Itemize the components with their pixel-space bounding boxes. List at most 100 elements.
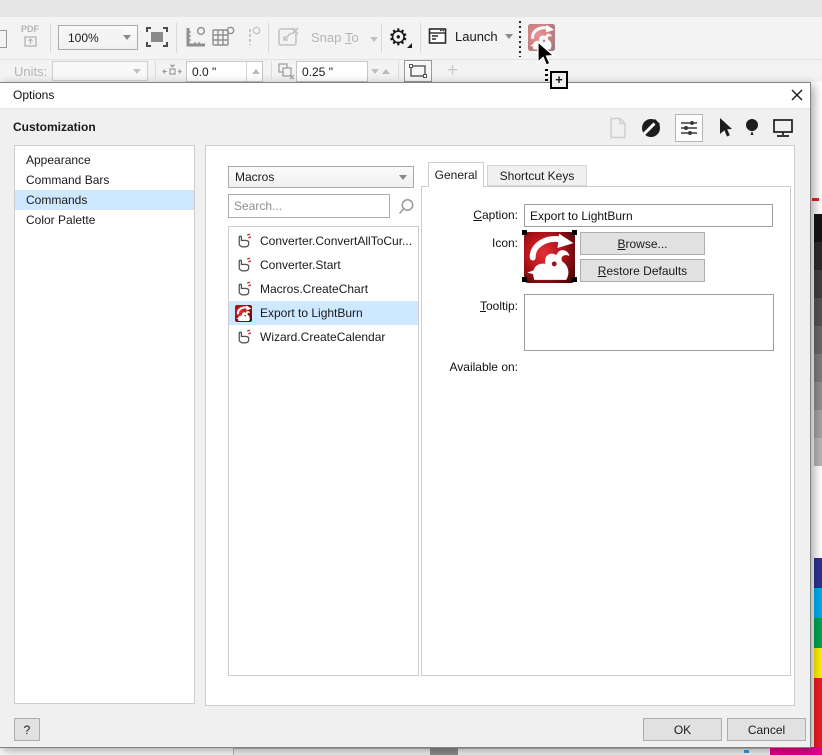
sidebar-item-color-palette[interactable]: Color Palette <box>15 210 194 230</box>
publish-pdf-button[interactable]: PDF <box>16 21 44 55</box>
standard-toolbar: PDF 100% <box>0 17 822 60</box>
docker-edge <box>233 748 809 755</box>
options-category-list: Appearance Command Bars Commands Color P… <box>14 145 195 704</box>
workspace-options-button-active[interactable] <box>675 114 703 142</box>
caption-input[interactable] <box>524 204 773 227</box>
nudge-spinner-up[interactable] <box>246 62 264 81</box>
palette-swatch[interactable] <box>814 678 822 748</box>
window-top-strip <box>0 0 822 17</box>
palette-swatch[interactable] <box>814 438 822 466</box>
cancel-button[interactable]: Cancel <box>727 718 806 741</box>
toolbar-separator <box>420 23 421 53</box>
palette-swatch[interactable] <box>814 242 822 270</box>
tab-general[interactable]: General <box>428 162 484 187</box>
palette-swatch[interactable] <box>814 648 822 678</box>
corner-flyout-icon <box>407 43 412 48</box>
browse-button[interactable]: Browse... <box>580 232 705 255</box>
snap-off-icon[interactable] <box>277 26 301 48</box>
palette-swatch[interactable] <box>814 214 822 242</box>
tooltip-input[interactable] <box>524 294 774 351</box>
guidelines-icon[interactable] <box>241 26 263 48</box>
macro-hand-icon <box>235 233 252 250</box>
command-source-combobox[interactable]: Macros <box>228 166 414 188</box>
toolbar-separator <box>268 23 269 53</box>
pen-globe-icon[interactable] <box>640 117 662 139</box>
macro-hand-icon <box>235 257 252 274</box>
snap-to-label2: To <box>345 30 359 45</box>
restore-defaults-button[interactable]: Restore Defaults <box>580 259 705 282</box>
palette-swatch[interactable] <box>814 410 822 438</box>
drag-outline-icon <box>545 69 548 83</box>
monitor-icon[interactable] <box>772 117 794 139</box>
selection-handle <box>572 277 577 282</box>
help-button[interactable]: ? <box>14 718 40 741</box>
options-gear-icon[interactable]: ⚙ <box>388 24 409 50</box>
command-icon-preview[interactable] <box>524 232 575 283</box>
close-icon <box>790 88 804 102</box>
zoom-to-fit-icon[interactable] <box>146 27 168 47</box>
rulers-icon[interactable] <box>185 26 207 48</box>
macro-hand-icon <box>235 281 252 298</box>
duplicate-distance-icon <box>277 62 295 80</box>
duplicate-distance-field[interactable]: 0.25 " <box>296 61 368 82</box>
macro-label: Wizard.CreateCalendar <box>260 330 385 344</box>
sidebar-item-appearance[interactable]: Appearance <box>15 150 194 170</box>
search-icon[interactable] <box>398 198 415 215</box>
spinner-up-icon <box>382 69 390 74</box>
zoom-level-combobox[interactable]: 100% <box>58 25 138 50</box>
palette-swatch[interactable] <box>814 618 822 648</box>
palette-swatch[interactable] <box>814 354 822 382</box>
list-item[interactable]: Macros.CreateChart <box>229 277 418 301</box>
list-item[interactable]: Converter.Start <box>229 253 418 277</box>
treat-as-filled-button[interactable] <box>404 60 432 82</box>
macro-hand-icon <box>235 329 252 346</box>
tab-shortcut-keys[interactable]: Shortcut Keys <box>487 165 587 186</box>
cursor-tools-icon[interactable] <box>716 117 732 139</box>
commands-panel: Macros Converter.ConvertAllToCur... <box>205 145 795 706</box>
color-palette-colors <box>814 558 822 748</box>
sidebar-item-commands[interactable]: Commands <box>15 190 194 210</box>
palette-swatch[interactable] <box>814 270 822 298</box>
options-dialog: Options Customization <box>0 82 811 748</box>
options-scope-icons <box>609 114 794 142</box>
close-button[interactable] <box>790 88 806 104</box>
cancel-label: Cancel <box>748 723 785 737</box>
chevron-down-icon <box>123 35 131 40</box>
command-source-value: Macros <box>235 170 399 184</box>
icon-label: Icon: <box>422 236 518 250</box>
snap-to-dropdown[interactable]: Snap To <box>311 30 378 45</box>
spinner-down-icon <box>371 69 379 74</box>
chevron-down-icon <box>133 69 141 74</box>
palette-swatch[interactable] <box>814 588 822 618</box>
propbar-separator <box>155 61 156 79</box>
macro-label: Export to LightBurn <box>260 306 363 320</box>
palette-swatch[interactable] <box>814 558 822 588</box>
general-tab-panel: Caption: Icon: <box>421 186 791 676</box>
list-item-selected[interactable]: Export to LightBurn <box>229 301 418 325</box>
palette-swatch[interactable] <box>814 298 822 326</box>
caption-label: Caption: <box>422 208 518 222</box>
palette-swatch[interactable] <box>814 326 822 354</box>
document-page-icon[interactable] <box>609 117 627 139</box>
launch-button[interactable]: Launch <box>428 27 513 46</box>
help-label: ? <box>24 723 31 737</box>
dialog-titlebar[interactable]: Options <box>0 83 810 108</box>
list-item[interactable]: Wizard.CreateCalendar <box>229 325 418 349</box>
ok-button[interactable]: OK <box>643 718 722 741</box>
toolbar-separator <box>176 23 177 53</box>
grid-icon[interactable] <box>211 26 235 48</box>
snap-to-label: Snap <box>311 30 341 45</box>
chevron-down-icon <box>505 34 513 39</box>
palette-swatch[interactable] <box>814 382 822 410</box>
units-combobox[interactable] <box>52 61 148 81</box>
duplicate-spinner[interactable] <box>368 62 392 81</box>
dialog-header: Customization <box>0 108 810 145</box>
balloon-pin-icon[interactable] <box>745 117 759 139</box>
list-item[interactable]: Converter.ConvertAllToCur... <box>229 229 418 253</box>
sidebar-item-command-bars[interactable]: Command Bars <box>15 170 194 190</box>
drag-insertion-marker <box>519 21 521 57</box>
docker-gray-block <box>430 747 458 755</box>
selection-handle <box>572 230 577 235</box>
lightburn-dragon-icon <box>524 232 575 283</box>
search-input[interactable] <box>228 194 390 218</box>
